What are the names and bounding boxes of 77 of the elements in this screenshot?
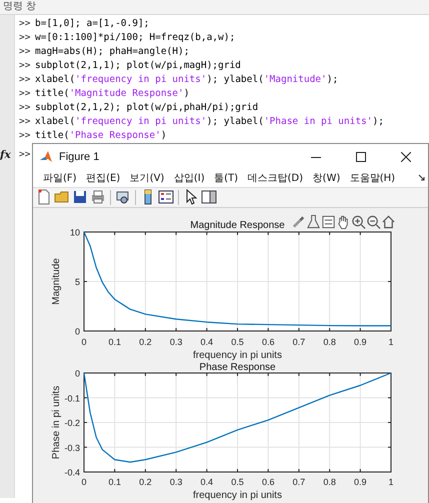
menu-item[interactable]: 편집(E) bbox=[82, 170, 126, 185]
tick-label: 0.6 bbox=[262, 337, 274, 347]
menu-item[interactable]: 파일(F) bbox=[39, 170, 82, 185]
code-line: subplot(2,1,1); plot(w/pi,magH);grid bbox=[35, 60, 241, 71]
print-preview-icon[interactable] bbox=[114, 188, 131, 206]
tick-label: 0 bbox=[74, 326, 80, 336]
tick-label: 0.3 bbox=[170, 477, 182, 487]
tick-label: 0.8 bbox=[323, 337, 336, 347]
matlab-logo-icon bbox=[39, 150, 53, 163]
menu-item[interactable]: 데스크탑(D) bbox=[244, 170, 309, 185]
window-title: Figure 1 bbox=[59, 150, 100, 162]
tick-label: 0.8 bbox=[323, 477, 336, 487]
tick-label: 0.6 bbox=[262, 477, 274, 487]
menu-item[interactable]: 창(W) bbox=[308, 170, 346, 185]
tick-label: 0.5 bbox=[231, 477, 244, 487]
tick-label: 0.5 bbox=[231, 337, 244, 347]
menu-item[interactable]: 도움말(H) bbox=[346, 170, 401, 185]
tick-label: 0 bbox=[74, 368, 80, 378]
tick-label: -0.4 bbox=[64, 468, 80, 478]
flask-icon[interactable] bbox=[306, 214, 321, 230]
brush-icon[interactable] bbox=[291, 214, 306, 230]
tick-label: 10 bbox=[70, 228, 80, 238]
tick-label: 0.1 bbox=[108, 337, 121, 347]
prompt: >> bbox=[18, 116, 32, 128]
tick-label: 0 bbox=[82, 337, 86, 347]
prompt: >> bbox=[18, 60, 32, 71]
prompt: >> bbox=[18, 46, 32, 57]
tick-label: 0.3 bbox=[170, 337, 182, 347]
property-panel-icon[interactable] bbox=[200, 188, 217, 206]
axis-label: frequency in pi units bbox=[193, 350, 282, 361]
prompt: >> bbox=[18, 88, 32, 100]
code-line: magH=abs(H); phaH=angle(H); bbox=[35, 46, 190, 57]
zoom-out-icon[interactable] bbox=[366, 214, 381, 230]
tick-label: 1 bbox=[388, 477, 394, 487]
axis-label: Magnitude bbox=[51, 258, 62, 305]
chart-title: Phase Response bbox=[199, 362, 276, 373]
menu-item[interactable]: 보기(V) bbox=[126, 170, 170, 185]
tick-label: 0.2 bbox=[139, 477, 152, 487]
code-line: xlabel('frequency in pi units'); ylabel('Magnitude'); bbox=[35, 74, 338, 85]
zoom-in-icon[interactable] bbox=[351, 214, 366, 230]
code-line: xlabel('frequency in pi units'); ylabel('Phase in pi units'); bbox=[35, 116, 384, 128]
tick-label: -0.2 bbox=[64, 418, 80, 428]
printer-icon[interactable] bbox=[89, 188, 106, 206]
code-line: b=[1,0]; a=[1,-0.9]; bbox=[35, 18, 150, 29]
tick-label: -0.1 bbox=[64, 393, 80, 404]
prompt: >> bbox=[18, 149, 32, 160]
dock-arrow-icon[interactable] bbox=[418, 174, 425, 182]
chart-title: Magnitude Response bbox=[190, 220, 285, 231]
axis-label: Phase in pi units bbox=[51, 386, 62, 460]
tick-label: 0.7 bbox=[292, 477, 306, 487]
home-icon[interactable] bbox=[381, 214, 396, 230]
legend-icon[interactable] bbox=[157, 188, 174, 206]
tick-label: 5 bbox=[74, 277, 80, 287]
prompt: >> bbox=[18, 102, 32, 114]
tick-label: 0.4 bbox=[200, 477, 214, 487]
prompt: >> bbox=[18, 32, 32, 43]
tick-label: 0.9 bbox=[354, 477, 367, 487]
prompt: >> bbox=[18, 130, 32, 142]
menu-item[interactable]: 삽입(I) bbox=[170, 170, 210, 185]
data-tip-icon[interactable] bbox=[321, 214, 336, 230]
code-line: subplot(2,1,2); plot(w/pi,phaH/pi);grid bbox=[35, 102, 258, 114]
code-line: title('Phase Response') bbox=[35, 130, 167, 142]
axis-label: frequency in pi units bbox=[193, 490, 282, 501]
tick-label: 0.7 bbox=[292, 337, 306, 347]
tick-label: 0 bbox=[82, 477, 86, 487]
prompt: >> bbox=[18, 18, 32, 29]
tick-label: 0.4 bbox=[200, 337, 214, 347]
tick-label: 0.1 bbox=[108, 477, 121, 487]
menu-item[interactable]: 툴(T) bbox=[210, 170, 244, 185]
tick-label: -0.3 bbox=[64, 442, 80, 453]
tick-label: 0.2 bbox=[139, 337, 152, 347]
tick-label: 1 bbox=[388, 337, 394, 347]
code-line: title('Magnitude Response') bbox=[35, 88, 190, 100]
panel-title: 명령 창 bbox=[0, 0, 429, 15]
tick-label: 0.9 bbox=[354, 337, 367, 347]
prompt: >> bbox=[18, 74, 32, 85]
code-line: w=[0:1:100]*pi/100; H=freqz(b,a,w); bbox=[35, 32, 236, 43]
